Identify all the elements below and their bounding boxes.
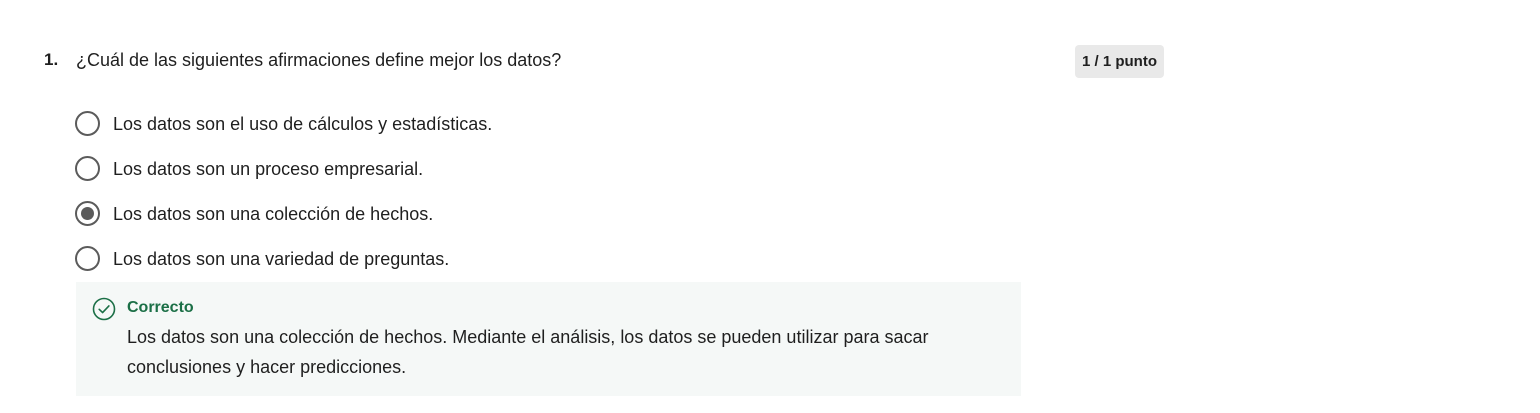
answer-option[interactable]: Los datos son el uso de cálculos y estad… xyxy=(75,101,492,146)
score-badge: 1 / 1 punto xyxy=(1075,45,1164,78)
feedback-panel: Correcto Los datos son una colección de … xyxy=(76,282,1021,396)
radio-button[interactable] xyxy=(75,156,100,181)
answer-option-label: Los datos son una colección de hechos. xyxy=(113,203,434,224)
question-text: ¿Cuál de las siguientes afirmaciones def… xyxy=(76,50,562,70)
answer-option-label: Los datos son un proceso empresarial. xyxy=(113,158,424,179)
answer-option[interactable]: Los datos son una variedad de preguntas. xyxy=(75,236,492,281)
question-number: 1. xyxy=(44,50,59,69)
radio-button[interactable] xyxy=(75,246,100,271)
answer-option[interactable]: Los datos son un proceso empresarial. xyxy=(75,146,492,191)
answer-option[interactable]: Los datos son una colección de hechos. xyxy=(75,191,492,236)
radio-button-selected[interactable] xyxy=(75,201,100,226)
feedback-status: Correcto xyxy=(127,299,194,316)
feedback-explanation: Los datos son una colección de hechos. M… xyxy=(127,327,929,377)
check-circle-icon xyxy=(92,297,116,321)
answer-option-label: Los datos son una variedad de preguntas. xyxy=(113,248,450,269)
answer-option-label: Los datos son el uso de cálculos y estad… xyxy=(113,113,493,134)
answer-options: Los datos son el uso de cálculos y estad… xyxy=(75,101,492,281)
radio-button[interactable] xyxy=(75,111,100,136)
